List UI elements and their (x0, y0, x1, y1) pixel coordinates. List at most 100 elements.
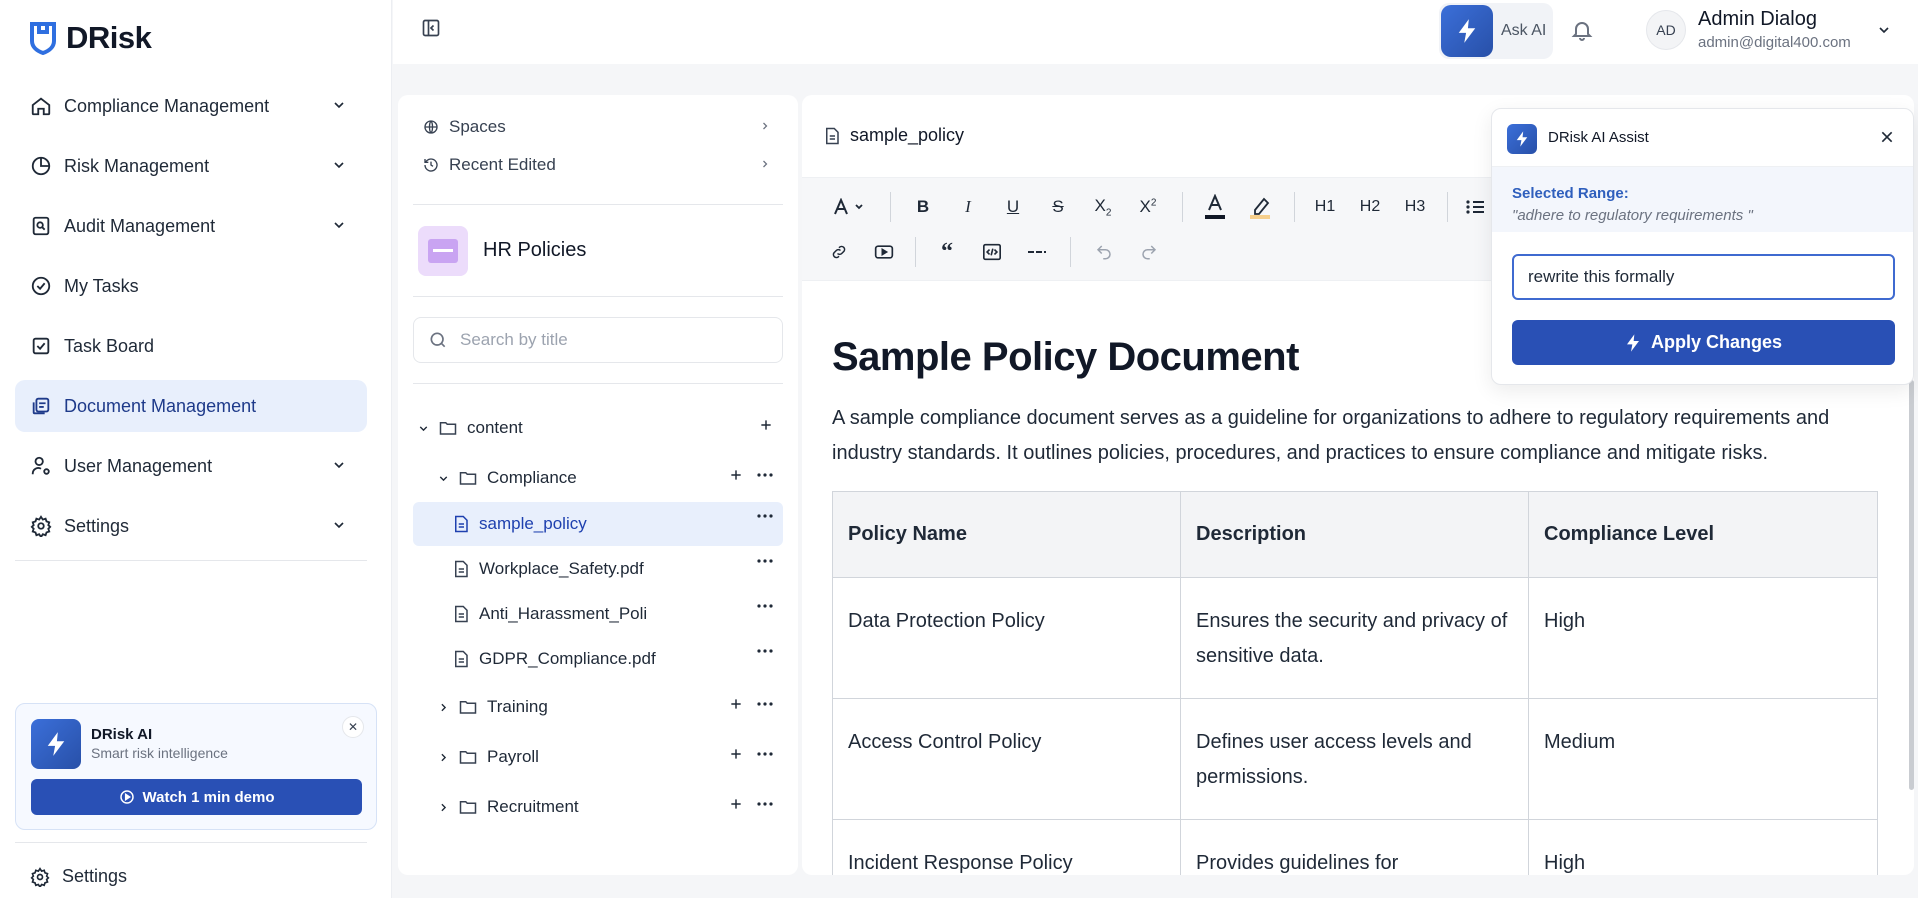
tree-node-anti-harassment[interactable]: Anti_Harassment_Poli (413, 592, 783, 636)
more-icon[interactable] (757, 649, 773, 653)
more-icon[interactable] (757, 473, 773, 477)
table-row: Data Protection Policy Ensures the secur… (832, 577, 1878, 699)
divider (413, 296, 783, 297)
search-icon (428, 330, 448, 350)
sidebar-nav: Compliance Management Risk Management Au… (15, 80, 367, 560)
redo-icon (1140, 243, 1158, 261)
code-block-button[interactable] (977, 237, 1007, 267)
spaces-link[interactable]: Spaces (423, 115, 771, 139)
table-cell[interactable]: Ensures the security and privacy of sens… (1180, 577, 1529, 699)
link-button[interactable] (824, 237, 854, 267)
collapse-sidebar-button[interactable] (421, 18, 441, 38)
strikethrough-button[interactable]: S (1043, 192, 1073, 222)
horizontal-rule-button[interactable] (1022, 237, 1052, 267)
add-icon[interactable] (729, 468, 743, 482)
bottom-settings-link[interactable]: Settings (30, 866, 127, 887)
more-icon[interactable] (757, 702, 773, 706)
blockquote-button[interactable]: “ (932, 237, 962, 267)
table-cell[interactable]: Data Protection Policy (832, 577, 1181, 699)
add-icon[interactable] (729, 697, 743, 711)
sidebar-item-settings[interactable]: Settings (15, 500, 367, 552)
more-icon[interactable] (757, 604, 773, 608)
sidebar-item-user-management[interactable]: User Management (15, 440, 367, 492)
document-title[interactable]: Sample Policy Document (832, 335, 1299, 380)
notifications-bell-icon[interactable] (1570, 18, 1594, 42)
more-icon[interactable] (757, 559, 773, 563)
add-icon[interactable] (729, 797, 743, 811)
table-header-cell[interactable]: Description (1180, 491, 1529, 578)
more-icon[interactable] (757, 802, 773, 806)
table-cell[interactable]: High (1528, 819, 1878, 875)
tree-node-training[interactable]: Training (413, 685, 783, 729)
ask-ai-button[interactable]: Ask AI (1439, 3, 1553, 59)
bold-button[interactable]: B (908, 192, 938, 222)
table-cell[interactable]: Defines user access levels and permissio… (1180, 698, 1529, 820)
redo-button[interactable] (1134, 237, 1164, 267)
apply-changes-button[interactable]: Apply Changes (1512, 320, 1895, 365)
tree-node-content[interactable]: content (413, 406, 783, 450)
sidebar-item-my-tasks[interactable]: My Tasks (15, 260, 367, 312)
tree-node-label: Recruitment (487, 797, 579, 816)
chevron-down-icon[interactable] (433, 472, 453, 485)
file-icon (453, 605, 469, 623)
brand-logo[interactable]: DRisk (28, 20, 152, 56)
underline-button[interactable]: U (998, 192, 1028, 222)
chevron-right-icon[interactable] (433, 701, 453, 714)
add-icon[interactable] (729, 747, 743, 761)
folder-icon (459, 470, 477, 486)
chevron-down-icon[interactable] (1876, 22, 1892, 38)
editor-scrollbar[interactable] (1909, 380, 1914, 790)
chevron-down-icon[interactable] (413, 422, 433, 435)
undo-button[interactable] (1089, 237, 1119, 267)
user-name[interactable]: Admin Dialog (1698, 8, 1817, 31)
add-icon[interactable] (759, 418, 773, 432)
video-button[interactable] (869, 237, 899, 267)
tree-node-workplace-safety[interactable]: Workplace_Safety.pdf (413, 547, 783, 591)
chevron-right-icon[interactable] (433, 751, 453, 764)
heading1-button[interactable]: H1 (1310, 192, 1340, 222)
sidebar-item-document-management[interactable]: Document Management (15, 380, 367, 432)
table-cell[interactable]: High (1528, 577, 1878, 699)
table-cell[interactable]: Provides guidelines for (1180, 819, 1529, 875)
heading2-button[interactable]: H2 (1355, 192, 1385, 222)
table-cell[interactable]: Access Control Policy (832, 698, 1181, 820)
recent-edited-link[interactable]: Recent Edited (423, 153, 771, 177)
table-header-cell[interactable]: Policy Name (832, 491, 1181, 578)
ai-assist-title: DRisk AI Assist (1548, 129, 1649, 146)
search-input[interactable] (460, 330, 760, 350)
tree-node-gdpr-compliance[interactable]: GDPR_Compliance.pdf (413, 637, 783, 681)
table-header-cell[interactable]: Compliance Level (1528, 491, 1878, 578)
superscript-button[interactable]: X2 (1133, 192, 1163, 222)
subscript-button[interactable]: X2 (1088, 192, 1118, 222)
sidebar-item-task-board[interactable]: Task Board (15, 320, 367, 372)
text-color-button[interactable] (1200, 192, 1230, 222)
heading3-button[interactable]: H3 (1400, 192, 1430, 222)
more-icon[interactable] (757, 514, 773, 518)
watch-demo-button[interactable]: Watch 1 min demo (31, 779, 362, 815)
tree-node-payroll[interactable]: Payroll (413, 735, 783, 779)
file-icon (453, 650, 469, 668)
sidebar-item-risk-management[interactable]: Risk Management (15, 140, 367, 192)
table-cell[interactable]: Incident Response Policy (832, 819, 1181, 875)
bullet-list-button[interactable] (1460, 192, 1490, 222)
sidebar-item-audit-management[interactable]: Audit Management (15, 200, 367, 252)
more-icon[interactable] (757, 752, 773, 756)
tree-node-recruitment[interactable]: Recruitment (413, 785, 783, 829)
folder-icon (459, 799, 477, 815)
italic-button[interactable]: I (953, 192, 983, 222)
close-icon[interactable]: ✕ (342, 716, 364, 738)
ai-prompt-input[interactable] (1512, 254, 1895, 300)
highlight-button[interactable] (1245, 192, 1275, 222)
tree-node-sample-policy[interactable]: sample_policy (413, 502, 783, 546)
avatar[interactable]: AD (1646, 10, 1686, 50)
tree-node-actions (729, 697, 773, 711)
tree-node-compliance[interactable]: Compliance (413, 456, 783, 500)
font-size-dropdown[interactable] (826, 192, 876, 222)
chevron-right-icon (759, 120, 771, 132)
brand-name: DRisk (66, 20, 152, 55)
close-icon[interactable] (1879, 129, 1895, 145)
table-cell[interactable]: Medium (1528, 698, 1878, 820)
chevron-right-icon[interactable] (433, 801, 453, 814)
sidebar-item-compliance-management[interactable]: Compliance Management (15, 80, 367, 132)
document-paragraph[interactable]: A sample compliance document serves as a… (832, 401, 1902, 471)
